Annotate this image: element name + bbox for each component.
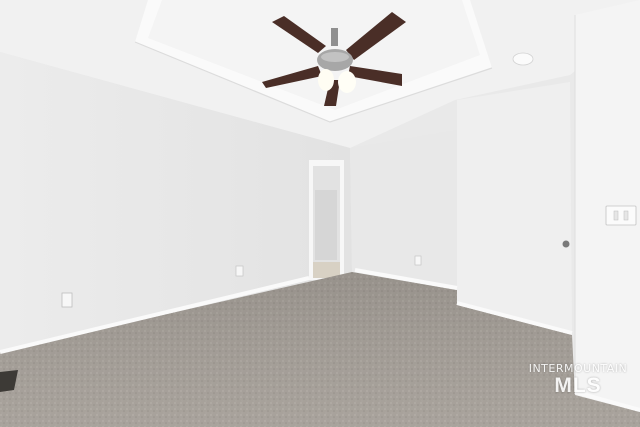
fan-light-bulb [338,71,356,93]
fan-motor-highlight [321,52,349,62]
doorway-floor [313,262,340,278]
switch-toggle-1 [613,210,619,221]
switch-toggle-2 [623,210,629,221]
light-switch [605,205,637,226]
outlet-mid [235,265,244,277]
outlet-back [414,255,422,266]
right-wall [457,82,572,335]
fan-downrod [331,28,338,46]
outlet-left [61,292,73,308]
room-photo [0,0,640,427]
back-wall [350,130,457,290]
doorway-inner-wall [315,190,337,260]
fan-light-bulb [318,69,334,91]
smoke-detector [512,52,534,66]
door-knob [562,240,570,248]
